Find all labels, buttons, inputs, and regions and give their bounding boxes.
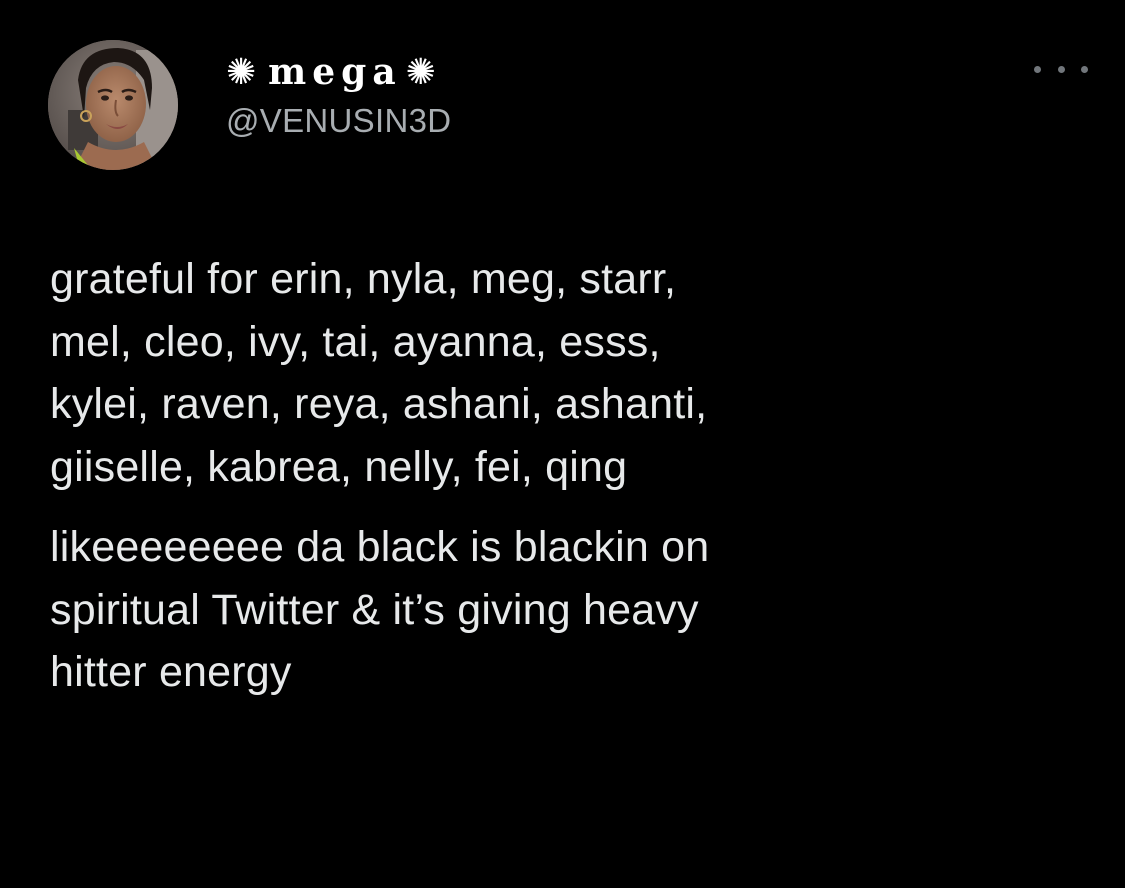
display-name[interactable]: ✺ mega ✺ — [226, 50, 451, 94]
dot — [1034, 65, 1041, 73]
tweet-line: spiritual Twitter & it’s giving heavy — [50, 585, 699, 634]
tweet-line: grateful for erin, nyla, meg, starr, — [50, 255, 677, 303]
tweet-paragraph: grateful for erin, nyla, meg, starr, mel… — [50, 248, 1090, 498]
more-options-icon[interactable] — [1034, 58, 1088, 80]
user-handle[interactable]: @VENUSIN3D — [226, 102, 451, 140]
tweet-line: mel, cleo, ivy, tai, ayanna, esss, — [50, 317, 661, 366]
dot — [1057, 65, 1065, 73]
author-names: ✺ mega ✺ @VENUSIN3D — [226, 50, 451, 140]
tweet-line: kylei, raven, reya, ashani, ashanti, — [50, 380, 708, 428]
avatar[interactable] — [48, 40, 178, 170]
sparkle-icon: ✺ — [226, 51, 257, 93]
tweet-card: ✺ mega ✺ @VENUSIN3D grateful for erin, n… — [0, 0, 1125, 888]
tweet-line: hitter energy — [50, 648, 292, 696]
tweet-header: ✺ mega ✺ @VENUSIN3D — [48, 40, 1088, 172]
profile-photo-icon — [48, 40, 178, 170]
tweet-paragraph: likeeeeeeee da black is blackin on spiri… — [50, 516, 1090, 704]
sparkle-icon: ✺ — [405, 51, 436, 93]
display-name-text[interactable]: mega — [268, 51, 402, 93]
tweet-line: likeeeeeeee da black is blackin on — [50, 523, 710, 571]
dot — [1081, 65, 1088, 73]
tweet-line: giiselle, kabrea, nelly, fei, qing — [50, 442, 628, 491]
tweet-text: grateful for erin, nyla, meg, starr, mel… — [50, 248, 1090, 704]
